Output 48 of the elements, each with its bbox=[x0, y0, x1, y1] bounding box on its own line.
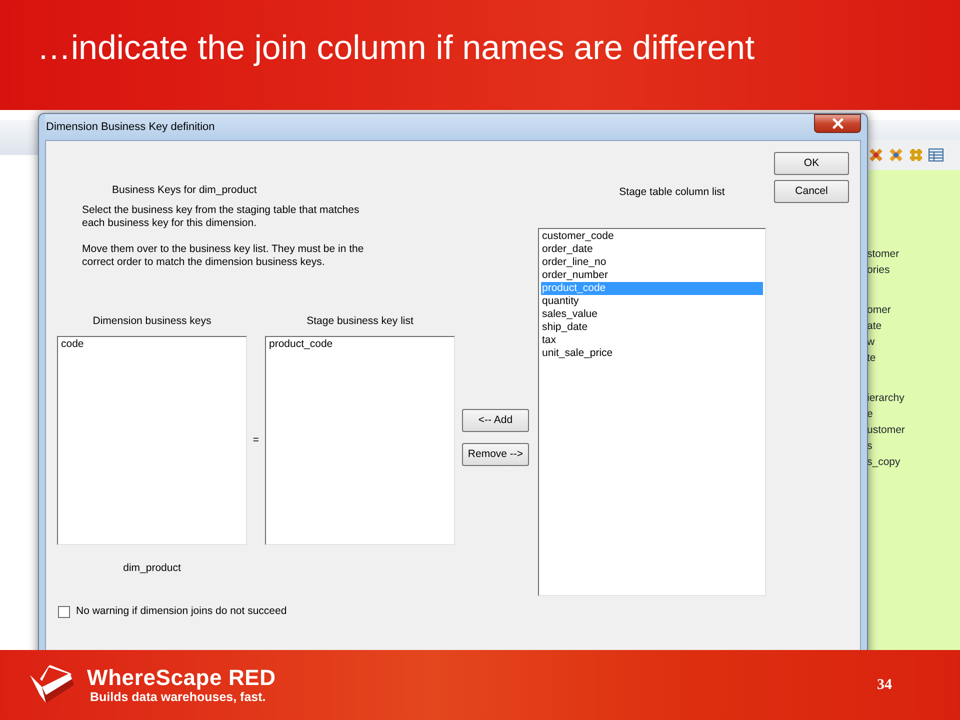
list-box[interactable]: customer_code order_date order_line_no order_number product_code quantity sales_value ship_date tax unit_sale_price bbox=[538, 228, 766, 596]
list-item[interactable]: ship_date bbox=[541, 321, 763, 334]
tree-item[interactable]: ustomer bbox=[867, 422, 960, 438]
list-item[interactable]: order_date bbox=[541, 243, 763, 256]
list-box[interactable]: product_code bbox=[265, 336, 455, 545]
dialog-button[interactable]: Cancel bbox=[774, 180, 849, 203]
tree-item[interactable]: te bbox=[867, 350, 960, 366]
checkbox[interactable] bbox=[58, 606, 70, 618]
move-button[interactable]: <-- Add bbox=[462, 409, 529, 432]
list-item[interactable]: tax bbox=[541, 334, 763, 347]
instruction-text: Select the business key from the staging table that matches each business key for this dimension. bbox=[82, 204, 360, 230]
list-box[interactable]: code bbox=[57, 336, 247, 545]
list-item[interactable]: code bbox=[60, 338, 244, 351]
tree-item[interactable]: ierarchy bbox=[867, 390, 960, 406]
caption-label: dim_product bbox=[123, 562, 181, 575]
logo-icon bbox=[28, 665, 76, 705]
list-item[interactable]: order_number bbox=[541, 269, 763, 282]
list-label: Dimension business keys bbox=[92, 315, 212, 328]
move-button[interactable]: Remove --> bbox=[462, 443, 529, 466]
cross-icon bbox=[868, 147, 884, 163]
page-number: 34 bbox=[877, 676, 892, 695]
heading-label: Business Keys for dim_product bbox=[112, 184, 258, 197]
window-title: Dimension Business Key definition bbox=[45, 120, 215, 135]
list-item[interactable]: customer_code bbox=[541, 230, 763, 243]
list-label: Stage business key list bbox=[306, 315, 414, 328]
tree-item[interactable]: ate bbox=[867, 318, 960, 334]
dialog-button[interactable]: OK bbox=[774, 152, 849, 175]
tree-item[interactable]: stomer bbox=[867, 246, 960, 262]
cross-icon bbox=[888, 147, 904, 163]
instruction-text: Move them over to the business key list. They must be in the correct order to match the dimension business keys. bbox=[82, 243, 365, 269]
list-item[interactable]: sales_value bbox=[541, 308, 763, 321]
list-item[interactable]: quantity bbox=[541, 295, 763, 308]
list-label: Stage table column list bbox=[618, 186, 726, 199]
grid-icon bbox=[908, 147, 924, 163]
close-button[interactable] bbox=[814, 114, 861, 133]
close-icon bbox=[832, 118, 844, 129]
list-item[interactable]: unit_sale_price bbox=[541, 347, 763, 360]
brand-name: WhereScape RED bbox=[87, 666, 276, 690]
checkbox-label: No warning if dimension joins do not succeed bbox=[76, 605, 287, 618]
slide-title: …indicate the join column if names are different bbox=[37, 28, 756, 68]
tree-item[interactable]: s_copy bbox=[867, 454, 960, 470]
table-icon bbox=[928, 147, 944, 163]
equals-sign: = bbox=[252, 434, 260, 447]
tagline: Builds data warehouses, fast. bbox=[90, 690, 267, 704]
tree-item[interactable]: omer bbox=[867, 302, 960, 318]
list-item[interactable]: order_line_no bbox=[541, 256, 763, 269]
list-item[interactable]: product_code bbox=[268, 338, 452, 351]
tree-item[interactable]: ories bbox=[867, 262, 960, 278]
